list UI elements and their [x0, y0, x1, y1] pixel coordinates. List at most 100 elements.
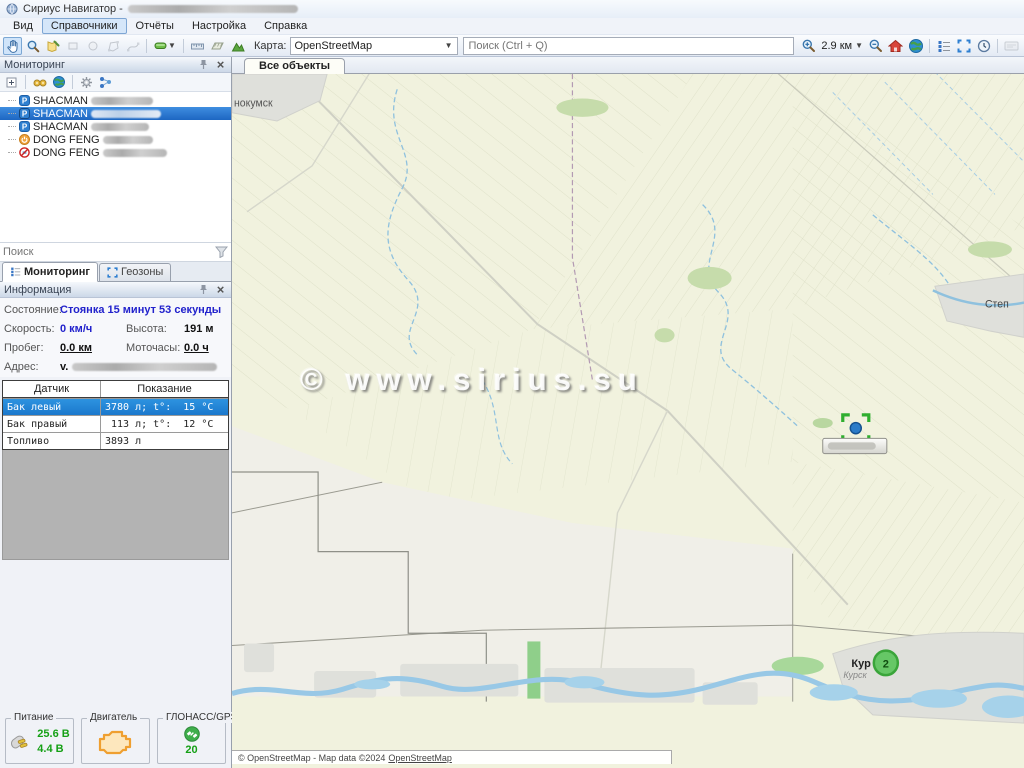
history-clock-icon[interactable]	[974, 37, 993, 55]
power-box-label: Питание	[11, 712, 56, 723]
vehicle-plate-redacted	[91, 123, 149, 131]
map-scale-select[interactable]: 2.9 км ▼	[819, 40, 865, 52]
address-redacted	[72, 363, 217, 371]
zoom-in-icon[interactable]	[799, 37, 818, 55]
city-label-topleft: нокумск	[234, 98, 273, 110]
vehicle-row[interactable]: DONG FENG	[0, 133, 231, 146]
satellite-icon	[184, 726, 200, 742]
power-voltage-main: 25.6 В	[37, 728, 69, 740]
zoom-out-icon[interactable]	[866, 37, 885, 55]
status-boxes: Питание 25.6 В 4.4 В Двигатель	[0, 708, 231, 768]
map-source-select[interactable]: OpenStreetMap ▼	[290, 37, 458, 55]
tab-monitoring[interactable]: Мониторинг	[2, 262, 98, 282]
elevation-icon[interactable]	[228, 37, 247, 55]
show-track-icon[interactable]: ▼	[151, 37, 179, 55]
vehicle-name: DONG FENG	[33, 147, 100, 159]
tree-search-row	[0, 242, 231, 262]
label-settings-icon[interactable]	[1002, 37, 1021, 55]
vehicle-row[interactable]: P SHACMAN	[0, 94, 231, 107]
tab-geozones-label: Геозоны	[121, 266, 163, 278]
engine-box: Двигатель	[81, 718, 150, 764]
edit-zones-icon[interactable]	[43, 37, 62, 55]
vehicle-name: SHACMAN	[33, 95, 88, 107]
settings-gear-icon[interactable]	[78, 74, 95, 90]
monitoring-panel-title: Мониторинг	[4, 59, 193, 71]
info-panel-header: Информация ×	[0, 282, 231, 298]
pan-hand-icon[interactable]	[3, 37, 22, 55]
panel-spacer	[0, 560, 231, 708]
map-tab-bar: Все объекты	[232, 57, 1024, 74]
monitoring-panel-header: Мониторинг ×	[0, 57, 231, 73]
track-dropdown-caret: ▼	[168, 41, 176, 50]
draw-rect-icon[interactable]	[63, 37, 82, 55]
pin-icon[interactable]	[197, 58, 210, 71]
vehicle-row[interactable]: P SHACMAN	[0, 120, 231, 133]
city-label-right: Степ	[985, 299, 1009, 311]
svg-text:P: P	[22, 109, 28, 118]
city-label-bottom: Кур	[851, 658, 871, 670]
draw-polygon-icon[interactable]	[103, 37, 122, 55]
ruler-area-icon[interactable]	[208, 37, 227, 55]
vehicle-plate-redacted	[91, 97, 153, 105]
draw-circle-icon[interactable]	[83, 37, 102, 55]
sensor-value: 113 л; t°: 12 °C	[101, 416, 228, 432]
zoom-region-icon[interactable]	[23, 37, 42, 55]
sensor-col-value: Показание	[101, 381, 228, 397]
pin-icon[interactable]	[197, 283, 210, 296]
tree-joint	[8, 152, 16, 153]
tree-joint	[8, 126, 16, 127]
city-label-bottom-sub: Курск	[843, 670, 867, 680]
sensor-row[interactable]: Бак правый 113 л; t°: 12 °C	[3, 415, 228, 432]
vehicle-row-selected[interactable]: P SHACMAN	[0, 107, 231, 120]
mileage-value[interactable]: 0.0 км	[60, 342, 126, 354]
find-object-icon[interactable]	[31, 74, 48, 90]
state-value: Стоянка 15 минут 53 секунды	[60, 304, 227, 316]
map-canvas[interactable]: нокумск Степ Кур Курск	[232, 74, 1024, 768]
tab-geozones[interactable]: Геозоны	[99, 263, 171, 281]
menu-spravochniki[interactable]: Справочники	[42, 18, 127, 34]
ruler-distance-icon[interactable]	[188, 37, 207, 55]
sensor-table-empty-area	[2, 450, 229, 560]
sensor-row-selected[interactable]: Бак левый 3780 л; t°: 15 °C	[3, 398, 228, 415]
hours-value[interactable]: 0.0 ч	[184, 342, 227, 354]
menu-otchety[interactable]: Отчёты	[127, 18, 183, 34]
home-view-icon[interactable]	[886, 37, 905, 55]
global-search-input[interactable]	[463, 37, 795, 55]
vehicle-marker-label[interactable]	[823, 438, 887, 453]
gps-satellite-count: 20	[185, 744, 197, 756]
parking-status-icon: P	[19, 121, 30, 132]
geozones-tab-icon	[107, 267, 118, 278]
fit-all-objects-icon[interactable]	[954, 37, 973, 55]
grouping-icon[interactable]	[97, 74, 114, 90]
left-panel: Мониторинг ×	[0, 57, 232, 768]
panel-tabs: Мониторинг Геозоны	[0, 262, 231, 282]
tab-all-objects[interactable]: Все объекты	[244, 58, 345, 74]
vehicle-row[interactable]: DONG FENG	[0, 146, 231, 159]
map-source-label: Карта:	[254, 40, 287, 52]
state-label: Состояние:	[4, 304, 60, 316]
menu-vid[interactable]: Вид	[4, 18, 42, 34]
menu-spravka[interactable]: Справка	[255, 18, 316, 34]
attribution-link[interactable]: OpenStreetMap	[388, 753, 452, 763]
expand-all-icon[interactable]	[3, 74, 20, 90]
close-icon[interactable]: ×	[214, 283, 227, 296]
vehicle-name: SHACMAN	[33, 108, 88, 120]
filter-funnel-icon[interactable]	[215, 246, 228, 258]
sensor-name: Бак правый	[3, 416, 101, 432]
power-plug-icon	[9, 731, 33, 751]
window-title: Сириус Навигатор -	[23, 3, 123, 15]
show-on-map-icon[interactable]	[50, 74, 67, 90]
objects-list-icon[interactable]	[934, 37, 953, 55]
window-title-redacted	[128, 5, 298, 13]
cluster-marker[interactable]: 2	[874, 651, 898, 675]
menu-nastroika[interactable]: Настройка	[183, 18, 255, 34]
engine-icon	[97, 727, 135, 755]
world-map-icon[interactable]	[906, 37, 925, 55]
tab-monitoring-label: Мониторинг	[24, 266, 90, 278]
sensor-col-name: Датчик	[3, 381, 101, 397]
sensor-row[interactable]: Топливо 3893 л	[3, 432, 228, 449]
draw-polyline-icon[interactable]	[123, 37, 142, 55]
tree-search-input[interactable]	[3, 246, 215, 258]
close-icon[interactable]: ×	[214, 58, 227, 71]
speed-value: 0 км/ч	[60, 323, 126, 335]
